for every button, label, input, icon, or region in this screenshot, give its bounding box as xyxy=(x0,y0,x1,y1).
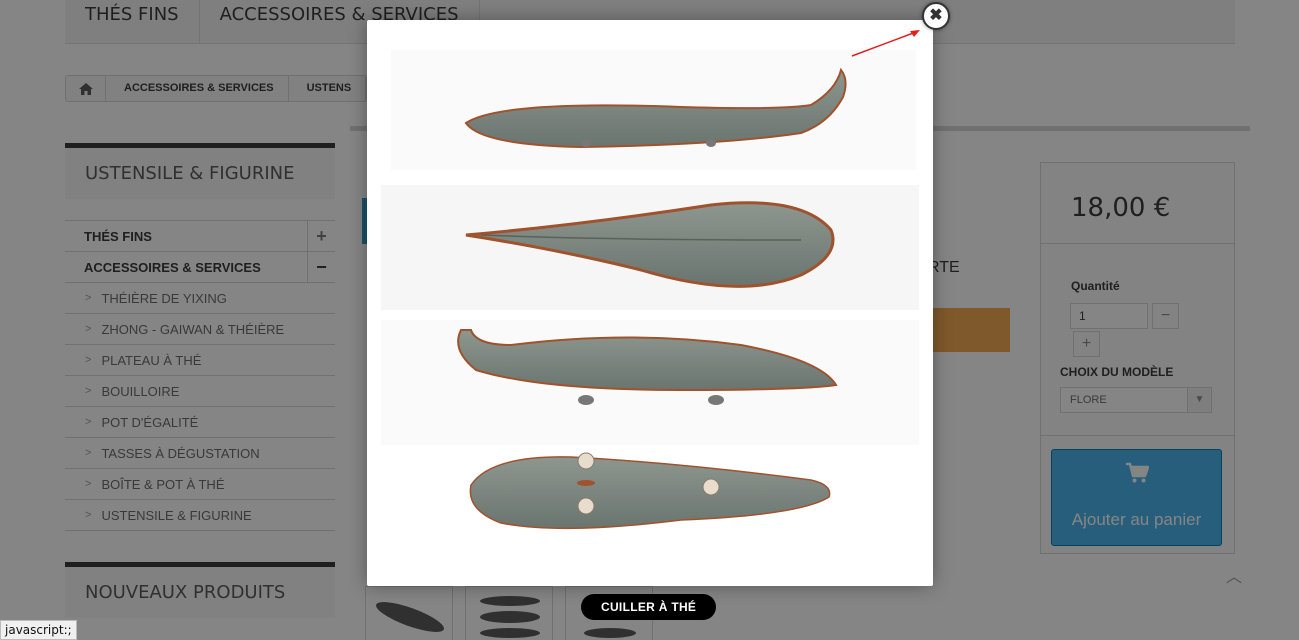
browser-status-bar: javascript:; xyxy=(0,620,77,640)
annotation-arrow-icon xyxy=(851,30,920,57)
lightbox-caption: CUILLER À THÉ xyxy=(581,594,717,620)
product-image xyxy=(381,50,919,575)
lightbox-modal xyxy=(367,20,933,586)
